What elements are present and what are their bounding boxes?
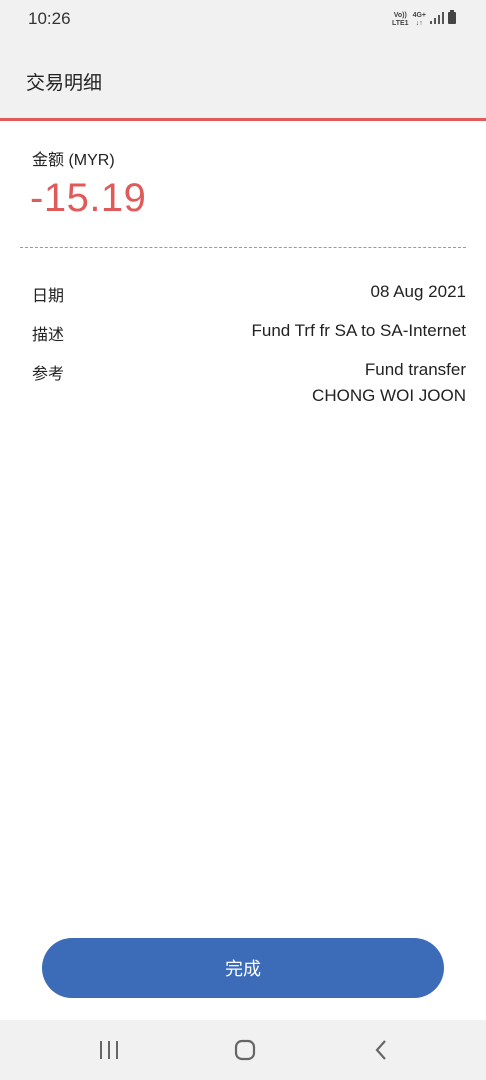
- reference-label: 参考: [32, 366, 65, 383]
- description-label: 描述: [32, 327, 65, 344]
- date-label: 日期: [32, 288, 65, 305]
- network-type-indicator: 4G+ ↓↑: [412, 11, 426, 27]
- amount-value: -15.19: [30, 176, 147, 220]
- battery-icon: [448, 10, 456, 29]
- page-title: 交易明细: [26, 73, 103, 94]
- app-header: 交易明细: [0, 40, 486, 121]
- recent-apps-icon[interactable]: [89, 1034, 129, 1066]
- reference-line-1: Fund transfer: [364, 360, 466, 379]
- status-icons: Vo)) LTE1 4G+ ↓↑: [392, 10, 456, 29]
- dashed-divider: [20, 247, 466, 248]
- back-icon[interactable]: [361, 1034, 401, 1066]
- status-time: 10:26: [28, 9, 71, 28]
- signal-icon: [430, 11, 444, 29]
- done-button[interactable]: 完成: [42, 938, 444, 998]
- amount-label: 金额 (MYR): [32, 152, 115, 169]
- navigation-bar: [0, 1020, 486, 1080]
- date-value: 08 Aug 2021: [370, 282, 466, 301]
- volte-indicator: Vo)) LTE1: [391, 11, 409, 27]
- status-bar: 10:26 Vo)) LTE1 4G+ ↓↑: [0, 0, 486, 40]
- reference-value: Fund transfer CHONG WOI JOON: [312, 357, 466, 409]
- home-icon[interactable]: [225, 1034, 265, 1066]
- description-value: Fund Trf fr SA to SA-Internet: [251, 321, 466, 340]
- reference-line-2: CHONG WOI JOON: [312, 386, 466, 405]
